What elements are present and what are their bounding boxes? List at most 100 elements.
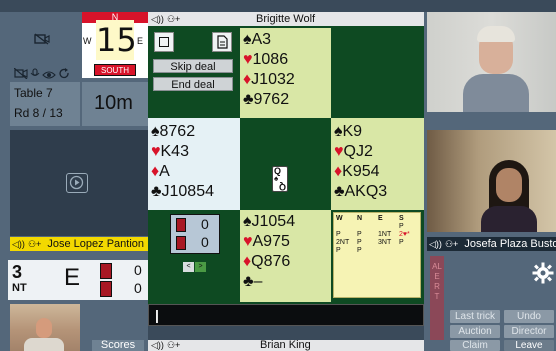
south-player-bar: ◁)) ⚇+ Brian King xyxy=(148,340,424,351)
west-clubs[interactable]: ♣J10854 xyxy=(151,182,240,202)
west-player-bar: ◁)) ⚇+ Jose Lopez Pantion xyxy=(10,237,148,251)
bidding-row: PP xyxy=(336,247,362,254)
speaker-icon[interactable]: ◁)) xyxy=(151,14,164,24)
trick-ew-count: 0 xyxy=(201,234,209,250)
compass-east: E xyxy=(137,36,144,46)
east-player-name: Josefa Plaza Busto xyxy=(464,238,556,250)
bidding-header-row: W N E S xyxy=(336,215,404,222)
played-card: Q ♠ Q xyxy=(272,166,288,192)
add-friend-icon[interactable]: ⚇+ xyxy=(445,239,458,249)
next-trick-icon[interactable]: > xyxy=(195,262,206,272)
tricks-ew: 0 xyxy=(134,280,142,296)
south-hand: ♠J1054 ♥A975 ♦Q876 ♣– xyxy=(240,210,331,302)
east-clubs[interactable]: ♣AKQ3 xyxy=(334,182,424,202)
bidding-row: P P 1NT 2♥* xyxy=(336,231,410,238)
north-hand: ♠A3 ♥1086 ♦J1032 ♣9762 xyxy=(240,28,331,118)
toolbar-panel: Skip deal End deal xyxy=(150,28,240,118)
claim-button[interactable]: Claim xyxy=(450,340,500,351)
south-diamonds[interactable]: ♦Q876 xyxy=(243,252,331,272)
north-hearts[interactable]: ♥1086 xyxy=(243,50,331,70)
south-clubs[interactable]: ♣– xyxy=(243,272,331,292)
add-friend-icon[interactable]: ⚇+ xyxy=(28,239,41,249)
tricks-ew-bar xyxy=(100,281,112,297)
north-player-name: Brigitte Wolf xyxy=(256,13,316,25)
square-checkbox-icon[interactable] xyxy=(154,32,174,52)
document-icon[interactable] xyxy=(212,32,232,52)
director-button[interactable]: Director xyxy=(504,325,554,338)
muted-camera-icon[interactable] xyxy=(34,32,50,45)
person-body xyxy=(24,338,64,351)
east-video xyxy=(427,130,556,232)
trick-ns-count: 0 xyxy=(201,216,209,232)
board-number: 15 xyxy=(96,20,137,60)
timer-panel: 10m xyxy=(82,82,148,126)
alert-label: ALERT xyxy=(432,262,442,301)
table-info-panel: Table 7 Rd 8 / 13 xyxy=(10,82,80,126)
contract-strain: NT xyxy=(12,282,27,294)
play-video-icon[interactable] xyxy=(66,173,88,193)
auction-button[interactable]: Auction xyxy=(450,325,500,338)
played-card-suit: ♠ xyxy=(274,174,279,183)
north-spades[interactable]: ♠A3 xyxy=(243,30,331,50)
tricks-ns-bar xyxy=(100,263,112,279)
gear-icon[interactable] xyxy=(532,262,554,284)
south-video xyxy=(10,304,80,351)
speaker-icon[interactable]: ◁)) xyxy=(12,239,25,249)
bidding-history: W N E S P P P 1NT 2♥* 2NT P 3NT P PP xyxy=(333,212,421,298)
south-spades[interactable]: ♠J1054 xyxy=(243,212,331,232)
contract-panel: 3 NT E 0 0 xyxy=(8,260,148,300)
table-label: Table 7 xyxy=(14,86,53,100)
undo-button[interactable]: Undo xyxy=(504,310,554,323)
east-player-bar: ◁)) ⚇+ Josefa Plaza Busto xyxy=(427,237,556,251)
north-video xyxy=(427,12,556,112)
speaker-icon[interactable]: ◁)) xyxy=(429,239,442,249)
trick-nav: < > xyxy=(183,262,207,272)
leave-button[interactable]: Leave xyxy=(504,340,554,351)
skip-deal-button[interactable]: Skip deal xyxy=(153,59,233,73)
bidding-row: P xyxy=(399,223,404,230)
played-card-rank-bottom: Q xyxy=(278,182,286,192)
north-diamonds[interactable]: ♦J1032 xyxy=(243,70,331,90)
compass-widget: N W 15 E SOUTH xyxy=(82,12,148,78)
east-hand: ♠K9 ♥QJ2 ♦K954 ♣AKQ3 xyxy=(331,118,424,210)
last-trick-button[interactable]: Last trick xyxy=(450,310,500,323)
previous-trick-icon[interactable]: < xyxy=(183,262,194,272)
south-player-name: Brian King xyxy=(260,339,311,351)
speaker-icon[interactable]: ◁)) xyxy=(151,340,164,350)
person-hair xyxy=(477,26,515,42)
contract-level: 3 xyxy=(12,262,23,282)
tricks-ns: 0 xyxy=(134,262,142,278)
west-diamonds[interactable]: ♦A xyxy=(151,162,240,182)
north-player-bar: ◁)) ⚇+ Brigitte Wolf xyxy=(148,12,424,26)
west-player-name: Jose Lopez Pantion xyxy=(47,238,145,250)
chat-input[interactable]: | xyxy=(148,304,424,326)
declarer: E xyxy=(64,264,81,291)
add-friend-icon[interactable]: ⚇+ xyxy=(167,340,180,350)
add-friend-icon[interactable]: ⚇+ xyxy=(167,14,180,24)
compass-south: SOUTH xyxy=(94,64,136,76)
east-diamonds[interactable]: ♦K954 xyxy=(334,162,424,182)
alert-button[interactable]: ALERT xyxy=(430,256,444,340)
person-body xyxy=(481,206,537,232)
west-spades[interactable]: ♠8762 xyxy=(151,122,240,142)
scores-button[interactable]: Scores xyxy=(92,340,144,351)
west-hand: ♠8762 ♥K43 ♦A ♣J10854 xyxy=(148,118,240,210)
end-deal-button[interactable]: End deal xyxy=(153,77,233,91)
north-clubs[interactable]: ♣9762 xyxy=(243,90,331,110)
east-hearts[interactable]: ♥QJ2 xyxy=(334,142,424,162)
media-controls-row xyxy=(13,66,78,80)
trick-ew-bar xyxy=(176,236,186,250)
round-label: Rd 8 / 13 xyxy=(14,106,63,120)
trick-counter: 0 0 xyxy=(170,214,220,254)
east-spades[interactable]: ♠K9 xyxy=(334,122,424,142)
compass-west: W xyxy=(83,36,92,46)
trick-ns-bar xyxy=(176,218,186,232)
west-hearts[interactable]: ♥K43 xyxy=(151,142,240,162)
bidding-row: 2NT P 3NT P xyxy=(336,239,404,246)
south-hearts[interactable]: ♥A975 xyxy=(243,232,331,252)
chat-cursor: | xyxy=(155,307,159,323)
time-left: 10m xyxy=(94,92,133,114)
person-head xyxy=(496,168,522,202)
person-body xyxy=(463,74,529,112)
person-head xyxy=(36,318,52,338)
